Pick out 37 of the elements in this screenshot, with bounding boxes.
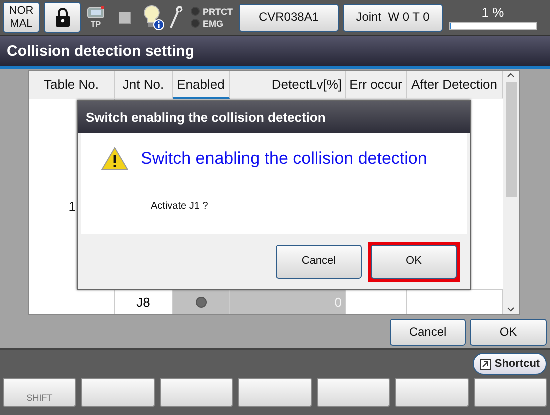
mode-button[interactable]: NOR MAL: [3, 2, 40, 33]
scroll-up-icon[interactable]: [507, 73, 515, 78]
tp-label: TP: [90, 20, 102, 29]
dialog-message: Activate J1 ?: [151, 201, 210, 212]
function-key[interactable]: [238, 378, 312, 407]
robot-button[interactable]: CVR038A1: [239, 4, 339, 32]
lock-button[interactable]: [44, 2, 81, 33]
coordinate-button[interactable]: Joint W 0 T 0: [343, 4, 443, 32]
dialog-ok-button[interactable]: OK: [371, 244, 457, 278]
scroll-down-icon[interactable]: [507, 307, 515, 312]
enabled-cell[interactable]: [173, 289, 230, 314]
status-label: PRTCT: [203, 6, 233, 16]
warning-icon: [101, 147, 129, 171]
lock-icon: [54, 8, 70, 27]
dialog-heading: Switch enabling the collision detection: [141, 149, 428, 169]
column-header[interactable]: Err occur: [346, 71, 407, 99]
shortcut-button[interactable]: Shortcut: [473, 353, 547, 375]
function-key[interactable]: [81, 378, 155, 407]
function-key[interactable]: [316, 378, 390, 407]
column-header[interactable]: Table No.: [29, 71, 115, 99]
status-label: EMG: [203, 18, 224, 28]
lightbulb-info-icon: [143, 4, 165, 30]
function-key[interactable]: SHIFT: [3, 378, 76, 407]
column-header[interactable]: Jnt No.: [115, 71, 173, 99]
dialog-cancel-button[interactable]: Cancel: [276, 244, 362, 278]
screen-title: Collision detection setting: [7, 42, 195, 60]
column-header[interactable]: DetectLv[%]: [230, 71, 346, 99]
function-key[interactable]: [395, 378, 469, 407]
ok-button[interactable]: OK: [470, 319, 547, 346]
speed-reading: 1 %: [482, 5, 504, 20]
scrollbar[interactable]: [503, 71, 519, 314]
function-key[interactable]: [474, 378, 547, 407]
arrow-box-icon: [480, 358, 491, 370]
wrench-icon: [169, 6, 183, 30]
cancel-button[interactable]: Cancel: [390, 319, 466, 346]
function-key[interactable]: [160, 378, 234, 407]
pendant-icon: [87, 6, 105, 19]
